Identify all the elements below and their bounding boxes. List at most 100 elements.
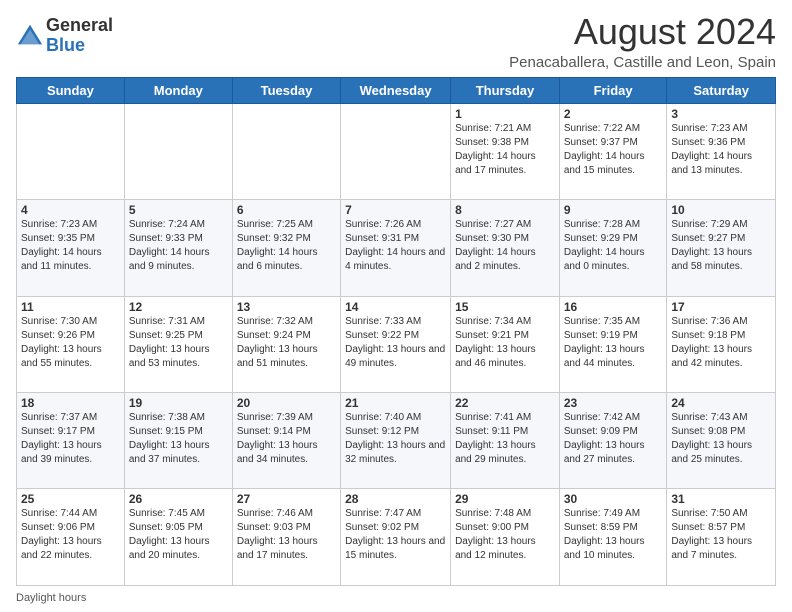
calendar-header: Sunday Monday Tuesday Wednesday Thursday… bbox=[17, 77, 776, 103]
day-info-27: Sunrise: 7:46 AMSunset: 9:03 PMDaylight:… bbox=[237, 507, 336, 563]
day-number-6: 6 bbox=[237, 203, 336, 217]
cell-3-2: 20Sunrise: 7:39 AMSunset: 9:14 PMDayligh… bbox=[232, 393, 340, 489]
day-number-4: 4 bbox=[21, 203, 120, 217]
day-number-1: 1 bbox=[455, 107, 555, 121]
day-info-21: Sunrise: 7:40 AMSunset: 9:12 PMDaylight:… bbox=[345, 411, 446, 467]
cell-0-3 bbox=[341, 103, 451, 199]
day-number-18: 18 bbox=[21, 396, 120, 410]
day-info-11: Sunrise: 7:30 AMSunset: 9:26 PMDaylight:… bbox=[21, 315, 120, 371]
day-number-22: 22 bbox=[455, 396, 555, 410]
week-row-1: 1Sunrise: 7:21 AMSunset: 9:38 PMDaylight… bbox=[17, 103, 776, 199]
cell-1-4: 8Sunrise: 7:27 AMSunset: 9:30 PMDaylight… bbox=[451, 200, 560, 296]
week-row-5: 25Sunrise: 7:44 AMSunset: 9:06 PMDayligh… bbox=[17, 489, 776, 586]
cell-0-6: 3Sunrise: 7:23 AMSunset: 9:36 PMDaylight… bbox=[667, 103, 776, 199]
header-friday: Friday bbox=[559, 77, 667, 103]
day-info-8: Sunrise: 7:27 AMSunset: 9:30 PMDaylight:… bbox=[455, 218, 555, 274]
logo-blue: Blue bbox=[46, 36, 113, 56]
day-info-13: Sunrise: 7:32 AMSunset: 9:24 PMDaylight:… bbox=[237, 315, 336, 371]
logo-text: General Blue bbox=[46, 16, 113, 56]
cell-4-2: 27Sunrise: 7:46 AMSunset: 9:03 PMDayligh… bbox=[232, 489, 340, 586]
calendar-table: Sunday Monday Tuesday Wednesday Thursday… bbox=[16, 77, 776, 586]
daylight-label: Daylight hours bbox=[16, 592, 86, 604]
day-info-6: Sunrise: 7:25 AMSunset: 9:32 PMDaylight:… bbox=[237, 218, 336, 274]
day-info-12: Sunrise: 7:31 AMSunset: 9:25 PMDaylight:… bbox=[129, 315, 228, 371]
cell-0-0 bbox=[17, 103, 125, 199]
cell-2-1: 12Sunrise: 7:31 AMSunset: 9:25 PMDayligh… bbox=[124, 296, 232, 392]
day-number-2: 2 bbox=[564, 107, 663, 121]
cell-2-2: 13Sunrise: 7:32 AMSunset: 9:24 PMDayligh… bbox=[232, 296, 340, 392]
day-number-13: 13 bbox=[237, 300, 336, 314]
day-number-8: 8 bbox=[455, 203, 555, 217]
day-number-11: 11 bbox=[21, 300, 120, 314]
day-info-28: Sunrise: 7:47 AMSunset: 9:02 PMDaylight:… bbox=[345, 507, 446, 563]
header: General Blue August 2024 Penacaballera, … bbox=[16, 12, 776, 71]
day-number-5: 5 bbox=[129, 203, 228, 217]
day-number-19: 19 bbox=[129, 396, 228, 410]
header-tuesday: Tuesday bbox=[232, 77, 340, 103]
day-info-22: Sunrise: 7:41 AMSunset: 9:11 PMDaylight:… bbox=[455, 411, 555, 467]
day-number-29: 29 bbox=[455, 492, 555, 506]
day-info-1: Sunrise: 7:21 AMSunset: 9:38 PMDaylight:… bbox=[455, 122, 555, 178]
title-area: August 2024 Penacaballera, Castille and … bbox=[509, 12, 776, 71]
cell-2-3: 14Sunrise: 7:33 AMSunset: 9:22 PMDayligh… bbox=[341, 296, 451, 392]
day-info-4: Sunrise: 7:23 AMSunset: 9:35 PMDaylight:… bbox=[21, 218, 120, 274]
logo: General Blue bbox=[16, 16, 113, 56]
day-info-16: Sunrise: 7:35 AMSunset: 9:19 PMDaylight:… bbox=[564, 315, 663, 371]
day-number-9: 9 bbox=[564, 203, 663, 217]
day-number-31: 31 bbox=[671, 492, 771, 506]
day-number-27: 27 bbox=[237, 492, 336, 506]
day-info-7: Sunrise: 7:26 AMSunset: 9:31 PMDaylight:… bbox=[345, 218, 446, 274]
day-number-16: 16 bbox=[564, 300, 663, 314]
day-info-29: Sunrise: 7:48 AMSunset: 9:00 PMDaylight:… bbox=[455, 507, 555, 563]
footer: Daylight hours bbox=[16, 592, 776, 604]
cell-2-4: 15Sunrise: 7:34 AMSunset: 9:21 PMDayligh… bbox=[451, 296, 560, 392]
day-info-3: Sunrise: 7:23 AMSunset: 9:36 PMDaylight:… bbox=[671, 122, 771, 178]
day-info-5: Sunrise: 7:24 AMSunset: 9:33 PMDaylight:… bbox=[129, 218, 228, 274]
cell-3-5: 23Sunrise: 7:42 AMSunset: 9:09 PMDayligh… bbox=[559, 393, 667, 489]
cell-0-4: 1Sunrise: 7:21 AMSunset: 9:38 PMDaylight… bbox=[451, 103, 560, 199]
day-info-18: Sunrise: 7:37 AMSunset: 9:17 PMDaylight:… bbox=[21, 411, 120, 467]
day-info-2: Sunrise: 7:22 AMSunset: 9:37 PMDaylight:… bbox=[564, 122, 663, 178]
day-info-20: Sunrise: 7:39 AMSunset: 9:14 PMDaylight:… bbox=[237, 411, 336, 467]
week-row-4: 18Sunrise: 7:37 AMSunset: 9:17 PMDayligh… bbox=[17, 393, 776, 489]
header-monday: Monday bbox=[124, 77, 232, 103]
cell-2-0: 11Sunrise: 7:30 AMSunset: 9:26 PMDayligh… bbox=[17, 296, 125, 392]
day-info-19: Sunrise: 7:38 AMSunset: 9:15 PMDaylight:… bbox=[129, 411, 228, 467]
subtitle: Penacaballera, Castille and Leon, Spain bbox=[509, 54, 776, 71]
day-info-15: Sunrise: 7:34 AMSunset: 9:21 PMDaylight:… bbox=[455, 315, 555, 371]
day-number-17: 17 bbox=[671, 300, 771, 314]
day-number-28: 28 bbox=[345, 492, 446, 506]
calendar-body: 1Sunrise: 7:21 AMSunset: 9:38 PMDaylight… bbox=[17, 103, 776, 585]
logo-general: General bbox=[46, 16, 113, 36]
cell-3-1: 19Sunrise: 7:38 AMSunset: 9:15 PMDayligh… bbox=[124, 393, 232, 489]
header-saturday: Saturday bbox=[667, 77, 776, 103]
header-thursday: Thursday bbox=[451, 77, 560, 103]
cell-3-3: 21Sunrise: 7:40 AMSunset: 9:12 PMDayligh… bbox=[341, 393, 451, 489]
header-row: Sunday Monday Tuesday Wednesday Thursday… bbox=[17, 77, 776, 103]
day-info-26: Sunrise: 7:45 AMSunset: 9:05 PMDaylight:… bbox=[129, 507, 228, 563]
day-number-30: 30 bbox=[564, 492, 663, 506]
day-info-10: Sunrise: 7:29 AMSunset: 9:27 PMDaylight:… bbox=[671, 218, 771, 274]
day-info-31: Sunrise: 7:50 AMSunset: 8:57 PMDaylight:… bbox=[671, 507, 771, 563]
page: General Blue August 2024 Penacaballera, … bbox=[0, 0, 792, 612]
day-info-9: Sunrise: 7:28 AMSunset: 9:29 PMDaylight:… bbox=[564, 218, 663, 274]
day-info-30: Sunrise: 7:49 AMSunset: 8:59 PMDaylight:… bbox=[564, 507, 663, 563]
cell-0-2 bbox=[232, 103, 340, 199]
day-info-24: Sunrise: 7:43 AMSunset: 9:08 PMDaylight:… bbox=[671, 411, 771, 467]
day-number-14: 14 bbox=[345, 300, 446, 314]
cell-3-6: 24Sunrise: 7:43 AMSunset: 9:08 PMDayligh… bbox=[667, 393, 776, 489]
cell-3-4: 22Sunrise: 7:41 AMSunset: 9:11 PMDayligh… bbox=[451, 393, 560, 489]
cell-0-1 bbox=[124, 103, 232, 199]
cell-4-0: 25Sunrise: 7:44 AMSunset: 9:06 PMDayligh… bbox=[17, 489, 125, 586]
cell-1-3: 7Sunrise: 7:26 AMSunset: 9:31 PMDaylight… bbox=[341, 200, 451, 296]
cell-4-4: 29Sunrise: 7:48 AMSunset: 9:00 PMDayligh… bbox=[451, 489, 560, 586]
cell-1-6: 10Sunrise: 7:29 AMSunset: 9:27 PMDayligh… bbox=[667, 200, 776, 296]
cell-1-1: 5Sunrise: 7:24 AMSunset: 9:33 PMDaylight… bbox=[124, 200, 232, 296]
day-info-14: Sunrise: 7:33 AMSunset: 9:22 PMDaylight:… bbox=[345, 315, 446, 371]
day-number-12: 12 bbox=[129, 300, 228, 314]
day-number-20: 20 bbox=[237, 396, 336, 410]
day-number-10: 10 bbox=[671, 203, 771, 217]
cell-4-5: 30Sunrise: 7:49 AMSunset: 8:59 PMDayligh… bbox=[559, 489, 667, 586]
day-info-17: Sunrise: 7:36 AMSunset: 9:18 PMDaylight:… bbox=[671, 315, 771, 371]
day-number-23: 23 bbox=[564, 396, 663, 410]
